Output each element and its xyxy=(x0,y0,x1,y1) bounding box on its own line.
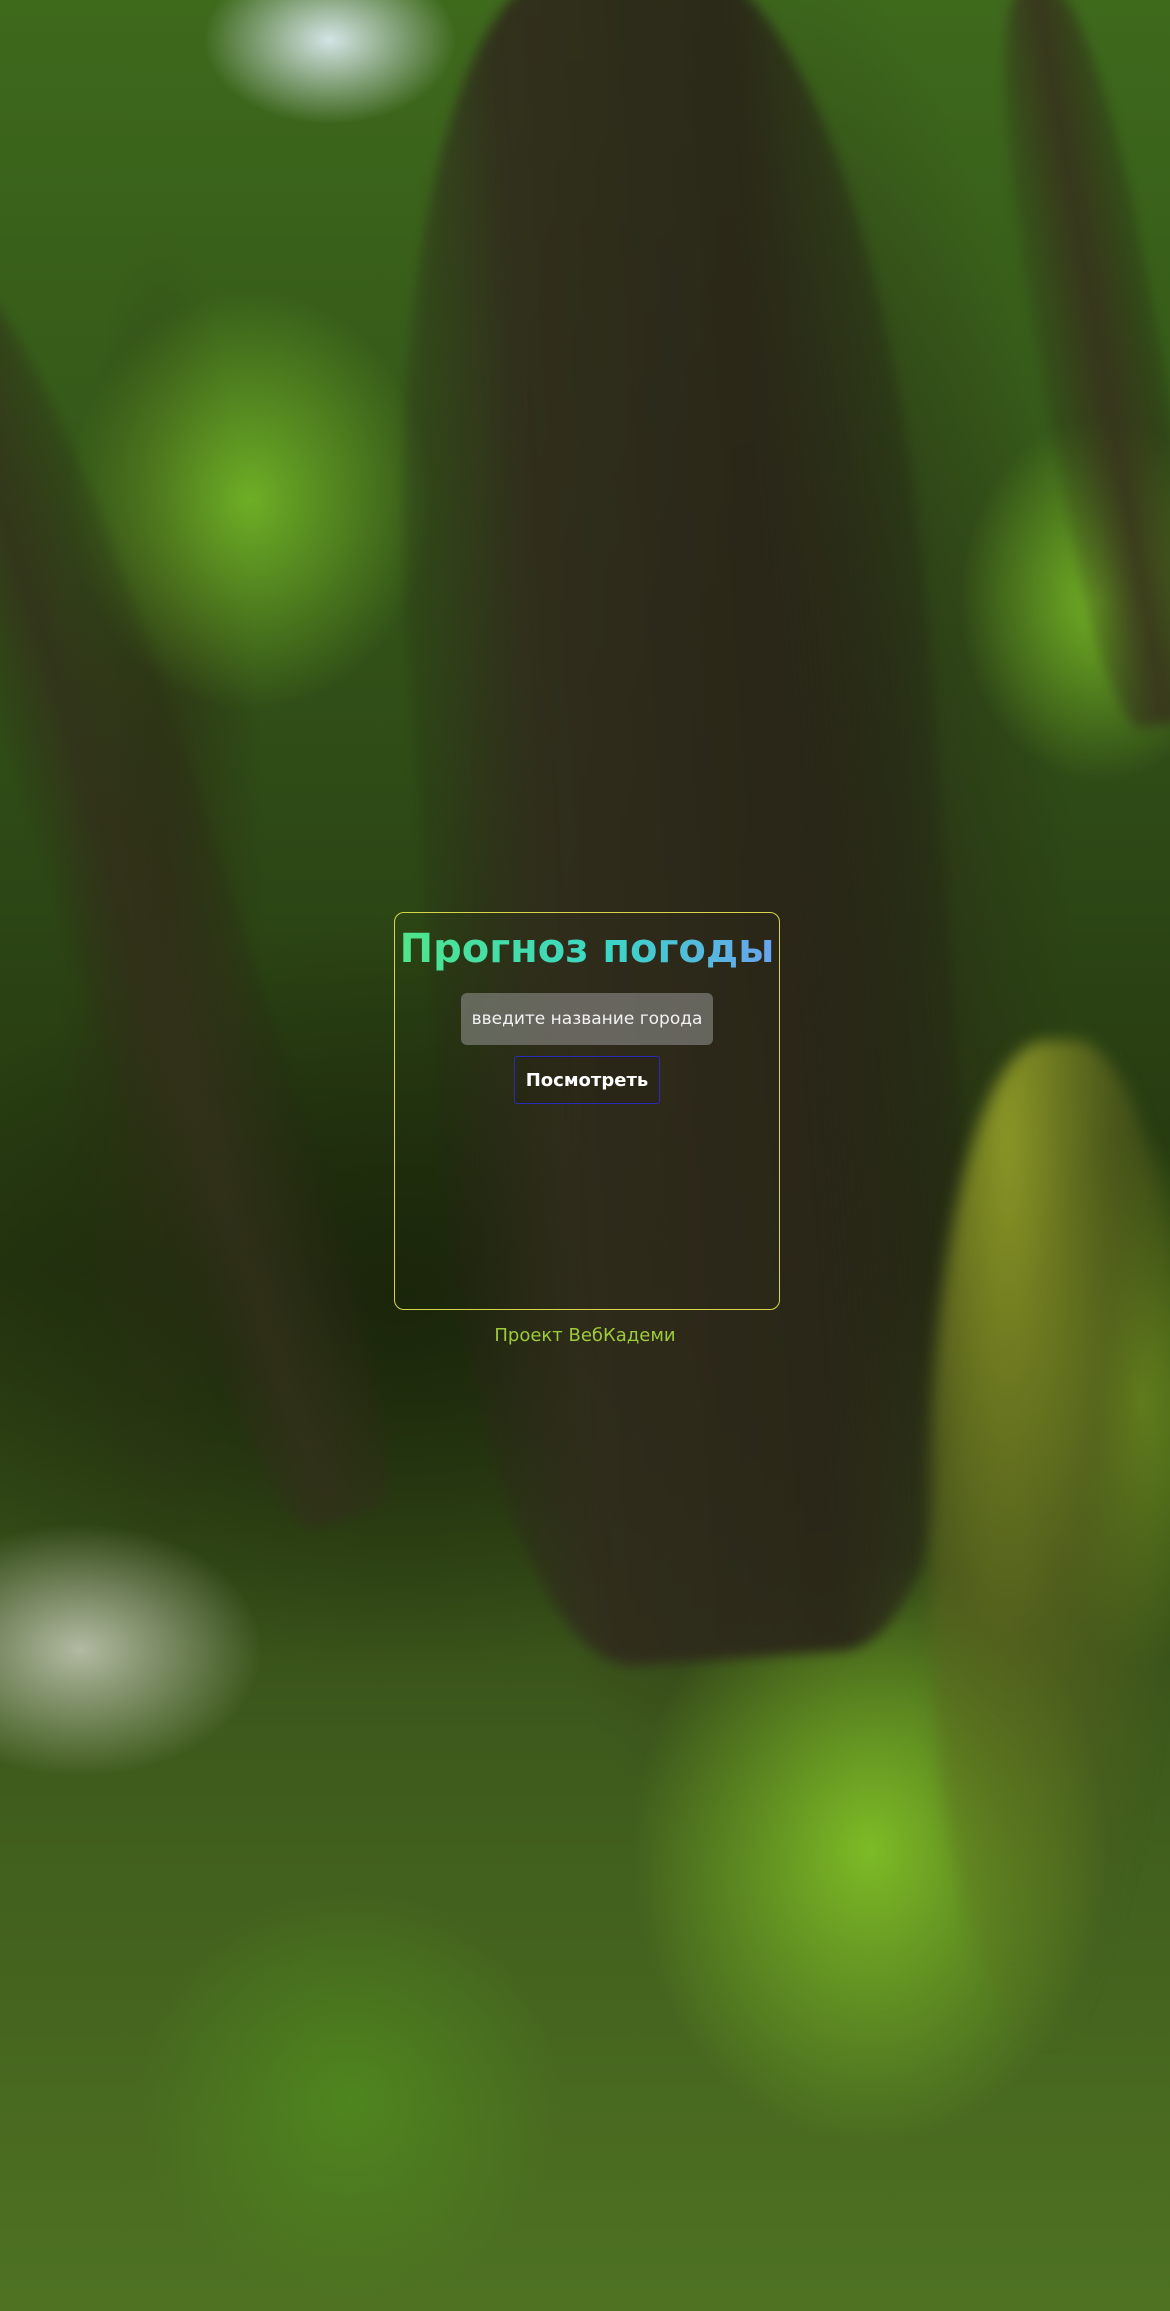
weather-card: Прогноз погоды Посмотреть xyxy=(394,912,780,1310)
background-moss xyxy=(930,1040,1170,2040)
city-search-input[interactable] xyxy=(461,993,713,1045)
view-forecast-button[interactable]: Посмотреть xyxy=(514,1056,660,1104)
footer-project-link[interactable]: Проект ВебКадеми xyxy=(0,1325,1170,1346)
page-title: Прогноз погоды xyxy=(395,923,779,975)
